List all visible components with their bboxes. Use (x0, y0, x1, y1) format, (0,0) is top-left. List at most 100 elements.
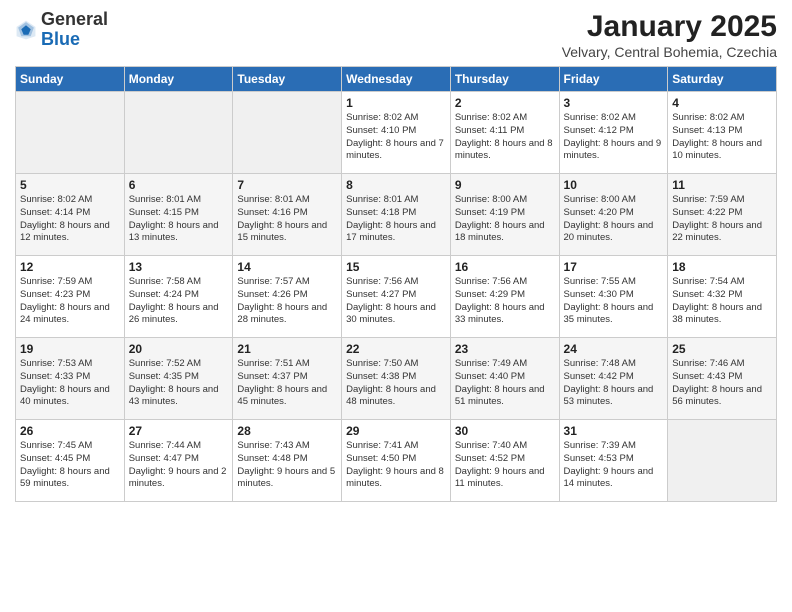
cell-text: Sunrise: 7:57 AM Sunset: 4:26 PM Dayligh… (237, 276, 337, 327)
day-number: 22 (346, 342, 446, 356)
cell-text: Sunrise: 7:58 AM Sunset: 4:24 PM Dayligh… (129, 276, 229, 327)
col-header-saturday: Saturday (668, 67, 777, 92)
day-number: 27 (129, 424, 229, 438)
day-number: 25 (672, 342, 772, 356)
cell-text: Sunrise: 7:51 AM Sunset: 4:37 PM Dayligh… (237, 358, 337, 409)
header-row: SundayMondayTuesdayWednesdayThursdayFrid… (16, 67, 777, 92)
cell-text: Sunrise: 7:49 AM Sunset: 4:40 PM Dayligh… (455, 358, 555, 409)
cell-text: Sunrise: 7:48 AM Sunset: 4:42 PM Dayligh… (564, 358, 664, 409)
cell-2-4: 8Sunrise: 8:01 AM Sunset: 4:18 PM Daylig… (342, 174, 451, 256)
cell-3-2: 13 Sunrise: 7:58 AM Sunset: 4:24 PM Dayli… (124, 256, 233, 338)
cell-4-1: 19 Sunrise: 7:53 AM Sunset: 4:33 PM Dayli… (16, 338, 125, 420)
week-row-2: 5 Sunrise: 8:02 AM Sunset: 4:14 PM Daylig… (16, 174, 777, 256)
day-number: 18 (672, 260, 772, 274)
cell-5-6: 31 Sunrise: 7:39 AM Sunset: 4:53 PM Dayli… (559, 420, 668, 502)
logo-icon (15, 19, 37, 41)
cell-2-5: 9Sunrise: 8:00 AM Sunset: 4:19 PM Daylig… (450, 174, 559, 256)
day-number: 12 (20, 260, 120, 274)
cell-3-7: 18 Sunrise: 7:54 AM Sunset: 4:32 PM Dayli… (668, 256, 777, 338)
day-number: 5 (20, 178, 120, 192)
cell-1-1 (16, 92, 125, 174)
col-header-monday: Monday (124, 67, 233, 92)
cell-text: Sunrise: 7:46 AM Sunset: 4:43 PM Dayligh… (672, 358, 772, 409)
location: Velvary, Central Bohemia, Czechia (562, 44, 777, 60)
cell-text: Sunrise: 8:02 AM Sunset: 4:10 PM Dayligh… (346, 112, 446, 163)
cell-3-4: 15 Sunrise: 7:56 AM Sunset: 4:27 PM Dayli… (342, 256, 451, 338)
cell-5-1: 26 Sunrise: 7:45 AM Sunset: 4:45 PM Dayli… (16, 420, 125, 502)
cell-5-7 (668, 420, 777, 502)
day-number: 26 (20, 424, 120, 438)
cell-4-4: 22 Sunrise: 7:50 AM Sunset: 4:38 PM Dayli… (342, 338, 451, 420)
cell-4-6: 24 Sunrise: 7:48 AM Sunset: 4:42 PM Dayli… (559, 338, 668, 420)
day-number: 23 (455, 342, 555, 356)
page-container: General Blue January 2025 Velvary, Centr… (0, 0, 792, 507)
day-number: 11 (672, 178, 772, 192)
cell-4-7: 25 Sunrise: 7:46 AM Sunset: 4:43 PM Dayli… (668, 338, 777, 420)
cell-2-3: 7Sunrise: 8:01 AM Sunset: 4:16 PM Daylig… (233, 174, 342, 256)
day-number: 9 (455, 178, 555, 192)
cell-text: Sunrise: 8:01 AM Sunset: 4:15 PM Dayligh… (129, 194, 229, 245)
cell-3-5: 16 Sunrise: 7:56 AM Sunset: 4:29 PM Dayli… (450, 256, 559, 338)
day-number: 19 (20, 342, 120, 356)
cell-4-5: 23 Sunrise: 7:49 AM Sunset: 4:40 PM Dayli… (450, 338, 559, 420)
day-number: 8 (346, 178, 446, 192)
col-header-tuesday: Tuesday (233, 67, 342, 92)
col-header-thursday: Thursday (450, 67, 559, 92)
cell-1-3 (233, 92, 342, 174)
cell-1-5: 2 Sunrise: 8:02 AM Sunset: 4:11 PM Daylig… (450, 92, 559, 174)
cell-text: Sunrise: 7:39 AM Sunset: 4:53 PM Dayligh… (564, 440, 664, 491)
day-number: 1 (346, 96, 446, 110)
cell-text: Sunrise: 7:54 AM Sunset: 4:32 PM Dayligh… (672, 276, 772, 327)
cell-1-6: 3 Sunrise: 8:02 AM Sunset: 4:12 PM Daylig… (559, 92, 668, 174)
day-number: 20 (129, 342, 229, 356)
title-block: January 2025 Velvary, Central Bohemia, C… (562, 10, 777, 60)
cell-1-2 (124, 92, 233, 174)
logo: General Blue (15, 10, 108, 50)
day-number: 24 (564, 342, 664, 356)
month-title: January 2025 (562, 10, 777, 44)
day-number: 31 (564, 424, 664, 438)
week-row-5: 26 Sunrise: 7:45 AM Sunset: 4:45 PM Dayli… (16, 420, 777, 502)
day-number: 7 (237, 178, 337, 192)
cell-text: Sunrise: 7:56 AM Sunset: 4:29 PM Dayligh… (455, 276, 555, 327)
cell-text: Sunrise: 7:50 AM Sunset: 4:38 PM Dayligh… (346, 358, 446, 409)
day-number: 16 (455, 260, 555, 274)
cell-text: Sunrise: 7:45 AM Sunset: 4:45 PM Dayligh… (20, 440, 120, 491)
day-number: 4 (672, 96, 772, 110)
calendar-table: SundayMondayTuesdayWednesdayThursdayFrid… (15, 66, 777, 502)
cell-4-2: 20 Sunrise: 7:52 AM Sunset: 4:35 PM Dayli… (124, 338, 233, 420)
cell-text: Sunrise: 7:56 AM Sunset: 4:27 PM Dayligh… (346, 276, 446, 327)
day-number: 13 (129, 260, 229, 274)
day-number: 15 (346, 260, 446, 274)
col-header-sunday: Sunday (16, 67, 125, 92)
cell-text: Sunrise: 8:02 AM Sunset: 4:12 PM Dayligh… (564, 112, 664, 163)
cell-3-6: 17Sunrise: 7:55 AM Sunset: 4:30 PM Dayli… (559, 256, 668, 338)
day-number: 30 (455, 424, 555, 438)
day-number: 2 (455, 96, 555, 110)
week-row-3: 12 Sunrise: 7:59 AM Sunset: 4:23 PM Dayli… (16, 256, 777, 338)
col-header-friday: Friday (559, 67, 668, 92)
day-number: 3 (564, 96, 664, 110)
cell-text: Sunrise: 7:53 AM Sunset: 4:33 PM Dayligh… (20, 358, 120, 409)
cell-text: Sunrise: 7:52 AM Sunset: 4:35 PM Dayligh… (129, 358, 229, 409)
cell-text: Sunrise: 7:40 AM Sunset: 4:52 PM Dayligh… (455, 440, 555, 491)
cell-2-7: 11Sunrise: 7:59 AM Sunset: 4:22 PM Dayli… (668, 174, 777, 256)
cell-text: Sunrise: 7:41 AM Sunset: 4:50 PM Dayligh… (346, 440, 446, 491)
cell-4-3: 21 Sunrise: 7:51 AM Sunset: 4:37 PM Dayli… (233, 338, 342, 420)
day-number: 10 (564, 178, 664, 192)
week-row-1: 1 Sunrise: 8:02 AM Sunset: 4:10 PM Daylig… (16, 92, 777, 174)
cell-text: Sunrise: 8:02 AM Sunset: 4:13 PM Dayligh… (672, 112, 772, 163)
col-header-wednesday: Wednesday (342, 67, 451, 92)
cell-text: Sunrise: 8:02 AM Sunset: 4:11 PM Dayligh… (455, 112, 555, 163)
cell-5-3: 28Sunrise: 7:43 AM Sunset: 4:48 PM Dayli… (233, 420, 342, 502)
day-number: 6 (129, 178, 229, 192)
day-number: 21 (237, 342, 337, 356)
cell-3-1: 12 Sunrise: 7:59 AM Sunset: 4:23 PM Dayli… (16, 256, 125, 338)
cell-5-4: 29Sunrise: 7:41 AM Sunset: 4:50 PM Dayli… (342, 420, 451, 502)
cell-text: Sunrise: 7:43 AM Sunset: 4:48 PM Dayligh… (237, 440, 337, 491)
cell-text: Sunrise: 7:59 AM Sunset: 4:23 PM Dayligh… (20, 276, 120, 327)
header: General Blue January 2025 Velvary, Centr… (15, 10, 777, 60)
cell-1-7: 4 Sunrise: 8:02 AM Sunset: 4:13 PM Daylig… (668, 92, 777, 174)
cell-text: Sunrise: 8:02 AM Sunset: 4:14 PM Dayligh… (20, 194, 120, 245)
cell-text: Sunrise: 7:44 AM Sunset: 4:47 PM Dayligh… (129, 440, 229, 491)
